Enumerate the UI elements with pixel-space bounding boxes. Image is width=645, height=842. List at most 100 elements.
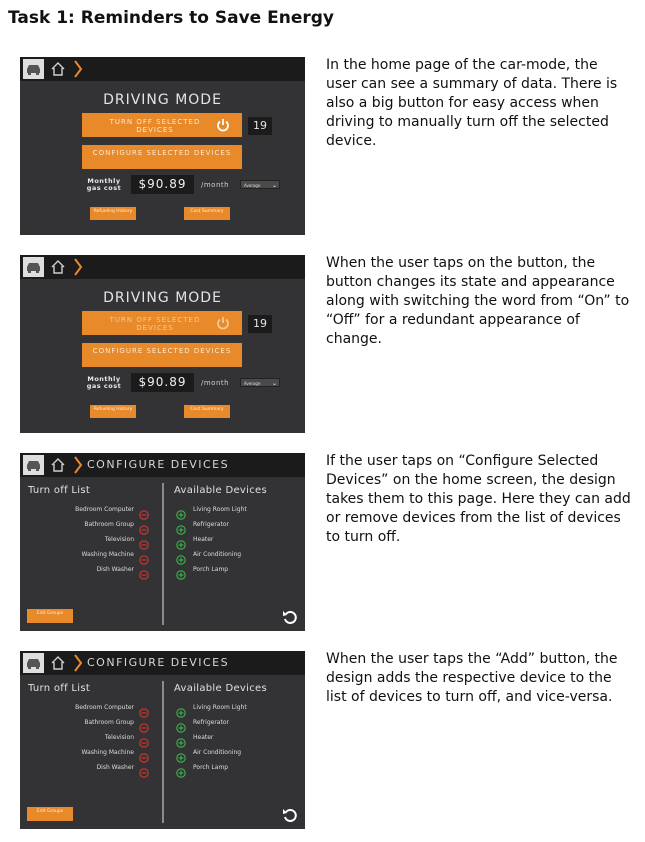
device-label: Porch Lamp bbox=[193, 566, 229, 573]
edit-groups-button[interactable]: Edit Groups bbox=[27, 609, 73, 623]
device-label: Bathroom Group bbox=[84, 719, 134, 726]
driving-mode-screen-pressed: DRIVING MODE TURN OFF SELECTED DEVICES 1… bbox=[20, 255, 305, 433]
car-icon[interactable] bbox=[23, 653, 44, 673]
turn-off-list-item: Washing Machine bbox=[40, 549, 134, 561]
available-device-item: Air Conditioning bbox=[193, 549, 293, 561]
minus-circle-icon[interactable] bbox=[139, 718, 149, 733]
undo-icon[interactable] bbox=[282, 609, 298, 629]
device-label: Porch Lamp bbox=[193, 764, 229, 771]
description-1: In the home page of the car-mode, the us… bbox=[326, 57, 618, 149]
minus-circle-icon[interactable] bbox=[139, 565, 149, 580]
home-icon[interactable] bbox=[50, 259, 66, 279]
chevron-right-icon bbox=[73, 59, 83, 83]
car-icon[interactable] bbox=[23, 257, 44, 277]
plus-circle-icon[interactable] bbox=[176, 703, 186, 718]
gas-cost-value: $90.89 bbox=[131, 373, 194, 392]
column-divider bbox=[162, 681, 164, 823]
configure-selected-devices-button[interactable]: CONFIGURE SELECTED DEVICES bbox=[82, 145, 242, 169]
available-device-item: Heater bbox=[193, 534, 293, 546]
gas-cost-label: Monthly gas cost bbox=[86, 375, 122, 390]
plus-circle-icon[interactable] bbox=[176, 763, 186, 778]
home-icon[interactable] bbox=[50, 655, 66, 675]
device-label: Television bbox=[104, 536, 134, 543]
minus-circle-icon[interactable] bbox=[139, 505, 149, 520]
screen-title: DRIVING MODE bbox=[103, 290, 222, 306]
column-divider bbox=[162, 483, 164, 625]
period-select[interactable]: Average ⌄ bbox=[240, 180, 280, 189]
power-icon bbox=[216, 118, 230, 134]
device-label: Television bbox=[104, 734, 134, 741]
device-label: Washing Machine bbox=[81, 749, 134, 756]
undo-icon[interactable] bbox=[282, 807, 298, 827]
turn-off-list-item: Television bbox=[40, 534, 134, 546]
top-bar: CONFIGURE DEVICES bbox=[20, 453, 305, 477]
plus-circle-icon[interactable] bbox=[176, 520, 186, 535]
turn-off-list-item: Bedroom Computer bbox=[40, 504, 134, 516]
turn-off-list-item: Bedroom Computer bbox=[40, 702, 134, 714]
configure-selected-devices-button[interactable]: CONFIGURE SELECTED DEVICES bbox=[82, 343, 242, 367]
chevron-right-icon bbox=[73, 257, 83, 281]
device-label: Living Room Light bbox=[193, 704, 247, 711]
plus-circle-icon[interactable] bbox=[176, 565, 186, 580]
cost-summary-button[interactable]: Cost Summary bbox=[184, 207, 230, 220]
available-devices-heading: Available Devices bbox=[174, 683, 267, 694]
turn-off-selected-devices-button[interactable]: TURN OFF SELECTED DEVICES bbox=[82, 113, 242, 137]
plus-circle-icon[interactable] bbox=[176, 505, 186, 520]
device-label: Dish Washer bbox=[96, 764, 134, 771]
turn-off-label: TURN OFF SELECTED DEVICES bbox=[109, 316, 201, 332]
minus-circle-icon[interactable] bbox=[139, 733, 149, 748]
device-count: 19 bbox=[248, 315, 272, 333]
turn-off-list-item: Dish Washer bbox=[40, 564, 134, 576]
per-month-label: /month bbox=[201, 379, 230, 387]
available-device-item: Living Room Light bbox=[193, 504, 293, 516]
gas-cost-value: $90.89 bbox=[131, 175, 194, 194]
refueling-history-button[interactable]: Refueling History bbox=[90, 405, 136, 418]
device-label: Heater bbox=[193, 536, 214, 543]
plus-circle-icon[interactable] bbox=[176, 535, 186, 550]
per-month-label: /month bbox=[201, 181, 230, 189]
top-bar bbox=[20, 255, 305, 279]
minus-circle-icon[interactable] bbox=[139, 520, 149, 535]
home-icon[interactable] bbox=[50, 61, 66, 81]
car-icon[interactable] bbox=[23, 59, 44, 79]
plus-circle-icon[interactable] bbox=[176, 748, 186, 763]
car-icon[interactable] bbox=[23, 455, 44, 475]
gas-cost-label: Monthly gas cost bbox=[86, 177, 122, 192]
turn-off-selected-devices-button[interactable]: TURN OFF SELECTED DEVICES bbox=[82, 311, 242, 335]
minus-circle-icon[interactable] bbox=[139, 748, 149, 763]
edit-groups-button[interactable]: Edit Groups bbox=[27, 807, 73, 821]
task-title: Task 1: Reminders to Save Energy bbox=[8, 8, 334, 28]
device-label: Bedroom Computer bbox=[75, 506, 134, 513]
plus-circle-icon[interactable] bbox=[176, 718, 186, 733]
turn-off-list-item: Bathroom Group bbox=[40, 717, 134, 729]
description-2: When the user taps on the button, the bu… bbox=[326, 255, 630, 347]
turn-off-list-item: Dish Washer bbox=[40, 762, 134, 774]
device-label: Refrigerator bbox=[193, 521, 229, 528]
configure-devices-screen: CONFIGURE DEVICES Turn off List Availabl… bbox=[20, 453, 305, 631]
plus-circle-icon[interactable] bbox=[176, 550, 186, 565]
page-title: CONFIGURE DEVICES bbox=[87, 656, 230, 669]
minus-circle-icon[interactable] bbox=[139, 550, 149, 565]
period-select[interactable]: Average ⌄ bbox=[240, 378, 280, 387]
device-label: Bathroom Group bbox=[84, 521, 134, 528]
minus-circle-icon[interactable] bbox=[139, 703, 149, 718]
turn-off-list-item: Washing Machine bbox=[40, 747, 134, 759]
home-icon[interactable] bbox=[50, 457, 66, 477]
device-label: Bedroom Computer bbox=[75, 704, 134, 711]
turn-off-list-heading: Turn off List bbox=[28, 485, 91, 496]
device-label: Washing Machine bbox=[81, 551, 134, 558]
turn-off-list-item: Television bbox=[40, 732, 134, 744]
cost-summary-button[interactable]: Cost Summary bbox=[184, 405, 230, 418]
refueling-history-button[interactable]: Refueling History bbox=[90, 207, 136, 220]
description-3: If the user taps on “Configure Selected … bbox=[326, 453, 631, 545]
device-label: Air Conditioning bbox=[193, 749, 242, 756]
plus-circle-icon[interactable] bbox=[176, 733, 186, 748]
minus-circle-icon[interactable] bbox=[139, 535, 149, 550]
available-device-item: Porch Lamp bbox=[193, 564, 293, 576]
minus-circle-icon[interactable] bbox=[139, 763, 149, 778]
page-title: CONFIGURE DEVICES bbox=[87, 458, 230, 471]
device-count: 19 bbox=[248, 117, 272, 135]
turn-off-label: TURN OFF SELECTED DEVICES bbox=[109, 118, 201, 134]
chevron-down-icon: ⌄ bbox=[271, 182, 277, 189]
driving-mode-screen: DRIVING MODE TURN OFF SELECTED DEVICES 1… bbox=[20, 57, 305, 235]
